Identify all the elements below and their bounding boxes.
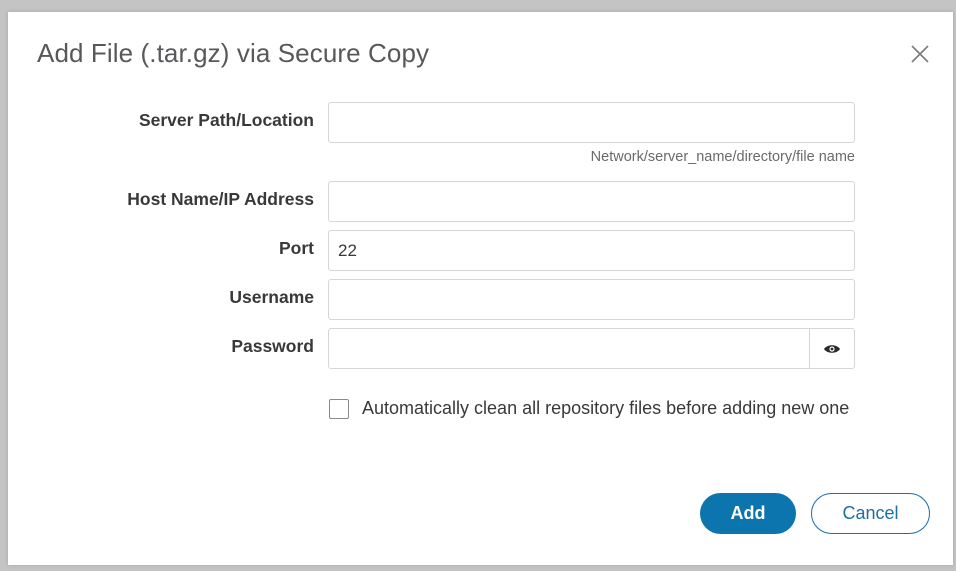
port-label: Port (279, 238, 314, 258)
username-input[interactable] (328, 279, 855, 320)
cancel-button[interactable]: Cancel (811, 493, 930, 534)
port-input[interactable] (328, 230, 855, 271)
auto-clean-option[interactable]: Automatically clean all repository files… (329, 398, 849, 419)
add-file-dialog: Add File (.tar.gz) via Secure Copy Serve… (8, 12, 953, 565)
server-path-label: Server Path/Location (138, 110, 314, 130)
password-field (328, 328, 855, 369)
host-input[interactable] (328, 181, 855, 222)
close-icon[interactable] (909, 43, 931, 65)
password-input[interactable] (329, 329, 811, 368)
server-path-input[interactable] (328, 102, 855, 143)
eye-icon[interactable] (809, 329, 854, 368)
add-button[interactable]: Add (700, 493, 796, 534)
dialog-title: Add File (.tar.gz) via Secure Copy (37, 38, 430, 68)
username-label: Username (229, 287, 314, 307)
password-label: Password (231, 336, 314, 356)
auto-clean-checkbox[interactable] (329, 398, 349, 419)
host-label: Host Name/IP Address (127, 189, 314, 209)
server-path-hint: Network/server_name/directory/file name (590, 149, 855, 165)
auto-clean-label: Automatically clean all repository files… (362, 398, 850, 418)
